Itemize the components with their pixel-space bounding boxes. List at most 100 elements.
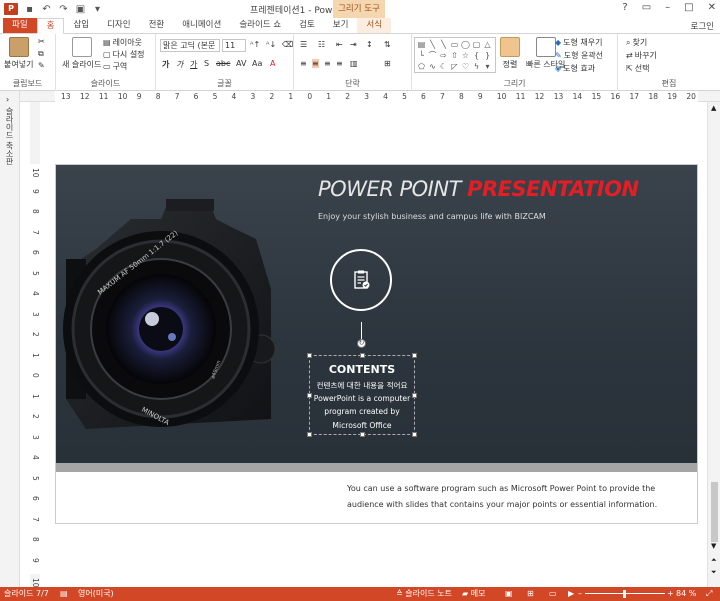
shape-rect-icon[interactable]: ▭ [449,39,460,50]
indent-increase-icon[interactable]: ⇥ [350,40,357,49]
cut-icon[interactable]: ✂ [38,37,45,46]
language-status[interactable]: 영어(미국) [78,587,114,601]
format-painter-icon[interactable]: ✎ [38,61,45,70]
justify-icon[interactable]: ≡ [336,59,343,68]
tab-home[interactable]: 홈 [36,18,65,34]
spacing-icon[interactable]: AV [236,59,246,68]
shape-uparrow-icon[interactable]: ⇧ [449,50,460,61]
undo-icon[interactable]: ↶ [41,4,52,15]
font-color-icon[interactable]: A [270,59,275,68]
shape-brace2-icon[interactable]: } [482,50,493,61]
vertical-scrollbar[interactable]: ▲ ▼ ⏶ ⏷ [707,102,720,587]
ribbon-display-icon[interactable]: ▭ [642,2,651,13]
shape-more-icon[interactable]: ▾ [482,61,493,72]
notes-button[interactable]: ≙ 슬라이드 노트 [396,587,452,601]
slideshow-view-icon[interactable]: ▶ [568,587,574,601]
scroll-thumb[interactable] [711,482,718,542]
rotate-handle-icon[interactable]: ↻ [357,339,366,348]
login-link[interactable]: 로그인 [691,20,714,32]
replace-button[interactable]: ⇄ 바꾸기 [626,50,657,61]
grow-font-icon[interactable]: ᴬ↑ [250,40,260,49]
slide-subtitle[interactable]: Enjoy your stylish business and campus l… [318,212,546,221]
slide-body-text[interactable]: You can use a software program such as M… [347,481,687,513]
case-icon[interactable]: Aa [252,59,262,68]
slide-title[interactable]: POWER POINT PRESENTATION [318,177,639,201]
resize-handle[interactable] [412,432,417,437]
tab-review[interactable]: 검토 [290,18,324,33]
qat-more-icon[interactable]: ▾ [92,4,103,15]
prev-slide-icon[interactable]: ⏶ [711,556,717,565]
tab-animations[interactable]: 애니메이션 [173,18,230,33]
next-slide-icon[interactable]: ⏷ [711,568,717,577]
text-direction-icon[interactable]: ⇅ [384,40,391,49]
thumbnail-pane-collapsed[interactable]: › 슬라이드 축소판 [0,91,20,587]
contents-circle[interactable] [330,249,392,311]
layout-button[interactable]: ▤ 레이아웃 [103,37,142,48]
shape-curve-icon[interactable]: ⌒ [427,50,438,61]
start-slideshow-icon[interactable]: ▣ [75,4,86,15]
scroll-up-icon[interactable]: ▲ [711,104,716,112]
maximize-icon[interactable]: □ [684,2,693,13]
shape-rounded-icon[interactable]: ▢ [471,39,482,50]
find-button[interactable]: ⌕ 찾기 [626,37,647,48]
close-icon[interactable]: ✕ [708,2,716,13]
clear-format-icon[interactable]: ⌫ [282,40,293,49]
expand-pane-icon[interactable]: › [6,95,9,104]
copy-icon[interactable]: ⧉ [38,49,44,59]
indent-decrease-icon[interactable]: ⇤ [336,40,343,49]
shape-pentagon-icon[interactable]: ⬠ [416,61,427,72]
shape-wave-icon[interactable]: ∿ [427,61,438,72]
slide-sorter-icon[interactable]: ⊞ [527,587,534,601]
shape-heart-icon[interactable]: ♡ [460,61,471,72]
shape-moon-icon[interactable]: ☾ [438,61,449,72]
tab-view[interactable]: 보기 [324,18,358,33]
numbering-icon[interactable]: ☷ [318,40,325,49]
align-left-icon[interactable]: ≡ [300,59,307,68]
tab-file[interactable]: 파일 [3,18,37,33]
memo-button[interactable]: ▰ 메모 [462,587,485,601]
font-family-select[interactable]: 맑은 고딕 (본문 [160,39,220,52]
resize-handle[interactable] [307,353,312,358]
bullets-icon[interactable]: ☰ [300,40,307,49]
underline-icon[interactable]: 가 [190,59,197,70]
strike-icon[interactable]: abc [216,59,230,68]
shape-line-icon[interactable]: ╲ [427,39,438,50]
tab-design[interactable]: 디자인 [98,18,139,33]
arrange-button[interactable]: 정렬 [500,37,520,70]
help-icon[interactable]: ? [622,2,627,13]
shape-callout-icon[interactable]: ◸ [449,61,460,72]
bold-icon[interactable]: 가 [162,59,169,70]
reset-button[interactable]: ▢ 다시 설정 [103,49,145,60]
new-slide-button[interactable]: 새 슬라이드 [62,37,101,70]
resize-handle[interactable] [360,353,365,358]
resize-handle[interactable] [412,353,417,358]
normal-view-icon[interactable]: ▣ [505,587,513,601]
line-spacing-icon[interactable]: ↕ [366,40,373,49]
redo-icon[interactable]: ↷ [58,4,69,15]
align-text-icon[interactable]: ⊞ [384,59,391,68]
tab-format[interactable]: 서식 [357,18,392,33]
paste-button[interactable]: 붙여넣기 [4,37,33,70]
shadow-icon[interactable]: S [204,59,209,68]
shape-outline-button[interactable]: ✎ 도형 윤곽선 [555,50,603,61]
scroll-down-icon[interactable]: ▼ [711,542,716,550]
resize-handle[interactable] [307,432,312,437]
zoom-in-icon[interactable]: + [667,587,674,601]
slide[interactable]: MAXUM AF 50mm 1:1.7 (22) MINOLTA ø49mm P… [55,164,698,524]
resize-handle[interactable] [360,432,365,437]
section-button[interactable]: ▭ 구역 [103,61,127,72]
minimize-icon[interactable]: – [665,2,670,13]
align-right-icon[interactable]: ≡ [324,59,331,68]
italic-icon[interactable]: 가 [176,59,183,70]
save-icon[interactable]: ▪ [24,4,35,15]
tab-slideshow[interactable]: 슬라이드 쇼 [230,18,290,33]
columns-icon[interactable]: ▥ [350,59,358,68]
zoom-level[interactable]: 84 % [676,587,696,601]
shape-line2-icon[interactable]: ╲ [438,39,449,50]
proofing-icon[interactable]: ▤ [60,587,68,601]
shape-triangle-icon[interactable]: △ [482,39,493,50]
shape-bolt-icon[interactable]: ϟ [471,61,482,72]
shrink-font-icon[interactable]: ᴬ↓ [266,40,276,49]
zoom-out-icon[interactable]: – [578,587,582,601]
shapes-gallery[interactable]: ▤ ╲ ╲ ▭ ◯ ▢ △ └ ⌒ ⇨ ⇧ ☆{} ⬠ ∿ ☾ ◸ ♡ ϟ ▾ [414,37,496,73]
